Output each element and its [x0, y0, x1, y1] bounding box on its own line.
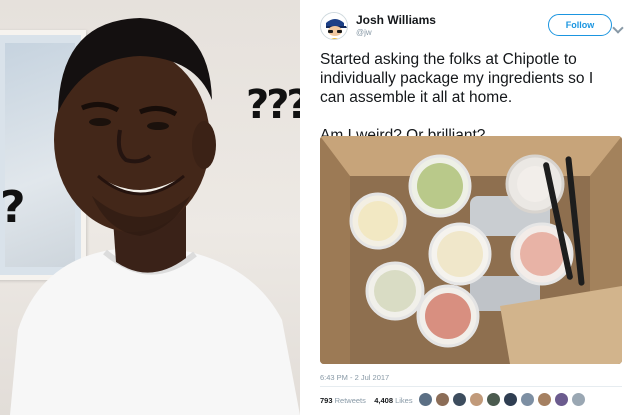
tweet-stats: 793 Retweets 4,408 Likes [320, 396, 413, 405]
avatar-illustration-icon [321, 13, 347, 39]
liker-avatar[interactable] [571, 392, 586, 407]
retweets-label[interactable]: Retweets [335, 396, 366, 405]
follow-button[interactable]: Follow [548, 14, 612, 36]
display-name[interactable]: Josh Williams [356, 13, 436, 27]
container-rice [428, 222, 492, 286]
tweet-timestamp[interactable]: 6:43 PM - 2 Jul 2017 [320, 373, 389, 382]
question-mark-left: ? [0, 182, 26, 233]
likes-count[interactable]: 4,408 [374, 396, 393, 405]
liker-avatar[interactable] [469, 392, 484, 407]
tweet-text-paragraph-1: Started asking the folks at Chipotle to … [320, 51, 594, 106]
container-guacamole [408, 154, 472, 218]
meme-image: ??? ? [0, 0, 300, 415]
user-handle[interactable]: @jw [356, 28, 372, 37]
confused-man-illustration [10, 18, 300, 415]
liker-avatar[interactable] [537, 392, 552, 407]
liker-avatar[interactable] [503, 392, 518, 407]
chevron-down-icon[interactable] [612, 22, 624, 34]
liker-avatars [418, 392, 586, 408]
user-avatar[interactable] [320, 12, 348, 40]
chipotle-box-illustration [320, 136, 622, 364]
liker-avatar[interactable] [554, 392, 569, 407]
tweet-photo[interactable] [320, 136, 622, 364]
liker-avatar[interactable] [452, 392, 467, 407]
likes-label[interactable]: Likes [395, 396, 413, 405]
container-pico [416, 284, 480, 348]
liker-avatar[interactable] [435, 392, 450, 407]
retweets-count[interactable]: 793 [320, 396, 333, 405]
tweet-card: Josh Williams @jw Follow Started asking … [306, 0, 625, 415]
question-marks-right: ??? [246, 82, 300, 128]
liker-avatar[interactable] [520, 392, 535, 407]
liker-avatar[interactable] [418, 392, 433, 407]
liker-avatar[interactable] [486, 392, 501, 407]
container-corn [365, 261, 425, 321]
divider [320, 386, 622, 387]
container-cheese-1 [349, 192, 407, 250]
